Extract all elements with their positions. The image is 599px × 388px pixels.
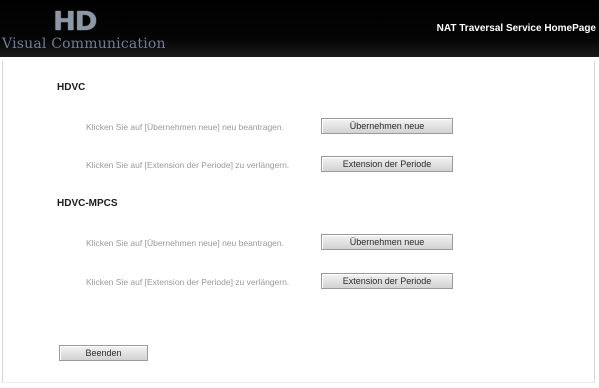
mpcs-apply-new-label: Klicken Sie auf [Übernehmen neue] neu be… <box>86 238 284 248</box>
exit-button[interactable]: Beenden <box>59 345 148 361</box>
logo-subtitle: Visual Communication <box>2 36 166 52</box>
mpcs-apply-new-button[interactable]: Übernehmen neue <box>321 234 453 250</box>
page-title: NAT Traversal Service HomePage <box>436 23 596 34</box>
mpcs-extend-period-label: Klicken Sie auf [Extension der Periode] … <box>86 277 290 287</box>
hdvc-extend-period-button[interactable]: Extension der Periode <box>321 156 453 172</box>
hdvc-apply-new-label: Klicken Sie auf [Übernehmen neue] neu be… <box>86 122 284 132</box>
section-title-hdvc: HDVC <box>57 82 86 93</box>
mpcs-extend-period-button[interactable]: Extension der Periode <box>321 273 453 289</box>
hdvc-apply-new-button[interactable]: Übernehmen neue <box>321 118 453 134</box>
hd-logo-mark: HD <box>52 7 97 37</box>
section-title-hdvc-mpcs: HDVC-MPCS <box>57 198 118 209</box>
hdvc-extend-period-label: Klicken Sie auf [Extension der Periode] … <box>86 160 290 170</box>
content-panel <box>2 61 595 383</box>
header-bar: HD Visual Communication NAT Traversal Se… <box>0 0 599 57</box>
